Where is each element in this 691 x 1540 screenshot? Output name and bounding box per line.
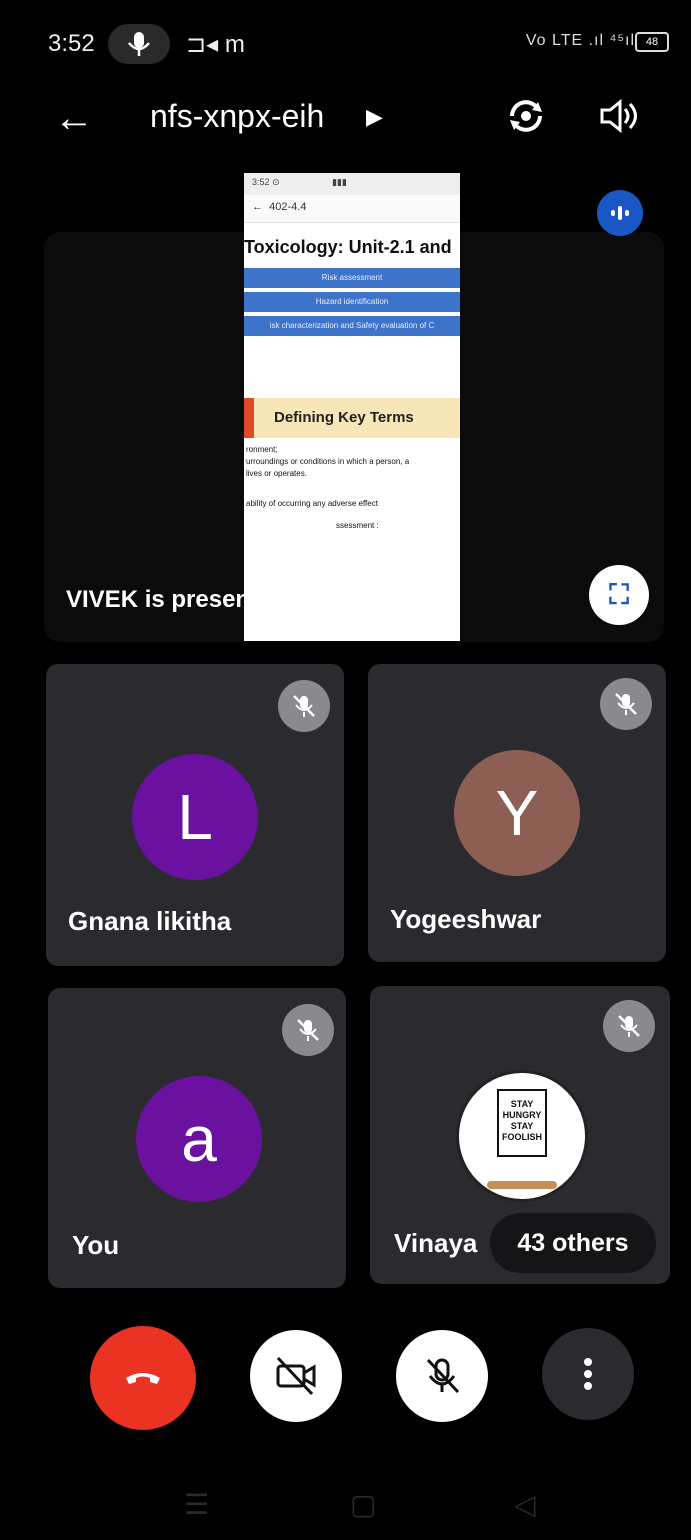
status-time: 3:52 [48, 30, 95, 57]
camera-off-icon [276, 1356, 316, 1396]
muted-mic-icon [278, 680, 330, 732]
shared-heading: Defining Key Terms [244, 398, 460, 438]
shared-text: ronment; urroundings or conditions in wh… [246, 445, 410, 530]
shared-bar: isk characterization and Safety evaluati… [244, 316, 460, 336]
switch-camera-icon[interactable] [502, 94, 550, 142]
speaker-icon[interactable] [594, 94, 642, 142]
others-badge[interactable]: 43 others [490, 1213, 656, 1273]
end-call-button[interactable] [90, 1326, 196, 1430]
shared-screen: 3:52 ⊙ ▮▮▮ ← 402-4.4 Toxicology: Unit-2.… [244, 173, 460, 641]
poster-image: STAY HUNGRY STAY FOOLISH [497, 1089, 547, 1157]
muted-mic-icon [282, 1004, 334, 1056]
more-vert-icon [584, 1358, 592, 1390]
avatar: a [136, 1076, 262, 1202]
menu-nav-icon[interactable]: ☰ [184, 1488, 209, 1521]
presenter-label: VIVEK is presenting [66, 586, 295, 613]
avatar: Y [454, 750, 580, 876]
muted-mic-icon [603, 1000, 655, 1052]
avatar-photo: STAY HUNGRY STAY FOOLISH [456, 1070, 588, 1202]
home-nav-icon[interactable]: ▢ [350, 1488, 376, 1521]
battery-icon: 48 [635, 32, 669, 52]
hang-up-icon [126, 1373, 160, 1384]
caret-right-icon[interactable]: ▶ [366, 104, 383, 130]
camera-off-button[interactable] [250, 1330, 342, 1422]
video-camera-icon: ⊐◂ [186, 31, 219, 58]
back-arrow-icon[interactable]: ← [54, 96, 94, 141]
meeting-code[interactable]: nfs-xnpx-eih [150, 98, 324, 135]
shared-bar: Risk assessment [244, 268, 460, 288]
back-nav-icon[interactable]: ◁ [514, 1488, 536, 1521]
status-notifications: ⊐◂ m [186, 30, 245, 59]
avatar: L [132, 754, 258, 880]
microphone-icon [128, 32, 150, 56]
network-status: Vo LTE .ıl ⁴⁵ıl [525, 32, 635, 49]
more-options-button[interactable] [542, 1328, 634, 1420]
mic-active-indicator [108, 24, 170, 64]
shared-bar: Hazard identification [244, 292, 460, 312]
shared-title: Toxicology: Unit-2.1 and [244, 237, 452, 257]
shared-status-bar: 3:52 ⊙ ▮▮▮ [244, 173, 460, 195]
fullscreen-icon[interactable]: ⛶ [589, 565, 649, 625]
participant-name: Gnana likitha [68, 906, 232, 936]
participant-name: Vinaya [394, 1228, 478, 1258]
audio-activity-icon [597, 190, 643, 236]
participant-name: You [72, 1230, 120, 1260]
participant-name: Yogeeshwar [390, 904, 542, 934]
muted-mic-icon [600, 678, 652, 730]
app-notification-icon: m [224, 31, 245, 58]
mic-off-button[interactable] [396, 1330, 488, 1422]
shared-nav: ← 402-4.4 [244, 195, 460, 223]
mic-off-icon [426, 1358, 460, 1394]
